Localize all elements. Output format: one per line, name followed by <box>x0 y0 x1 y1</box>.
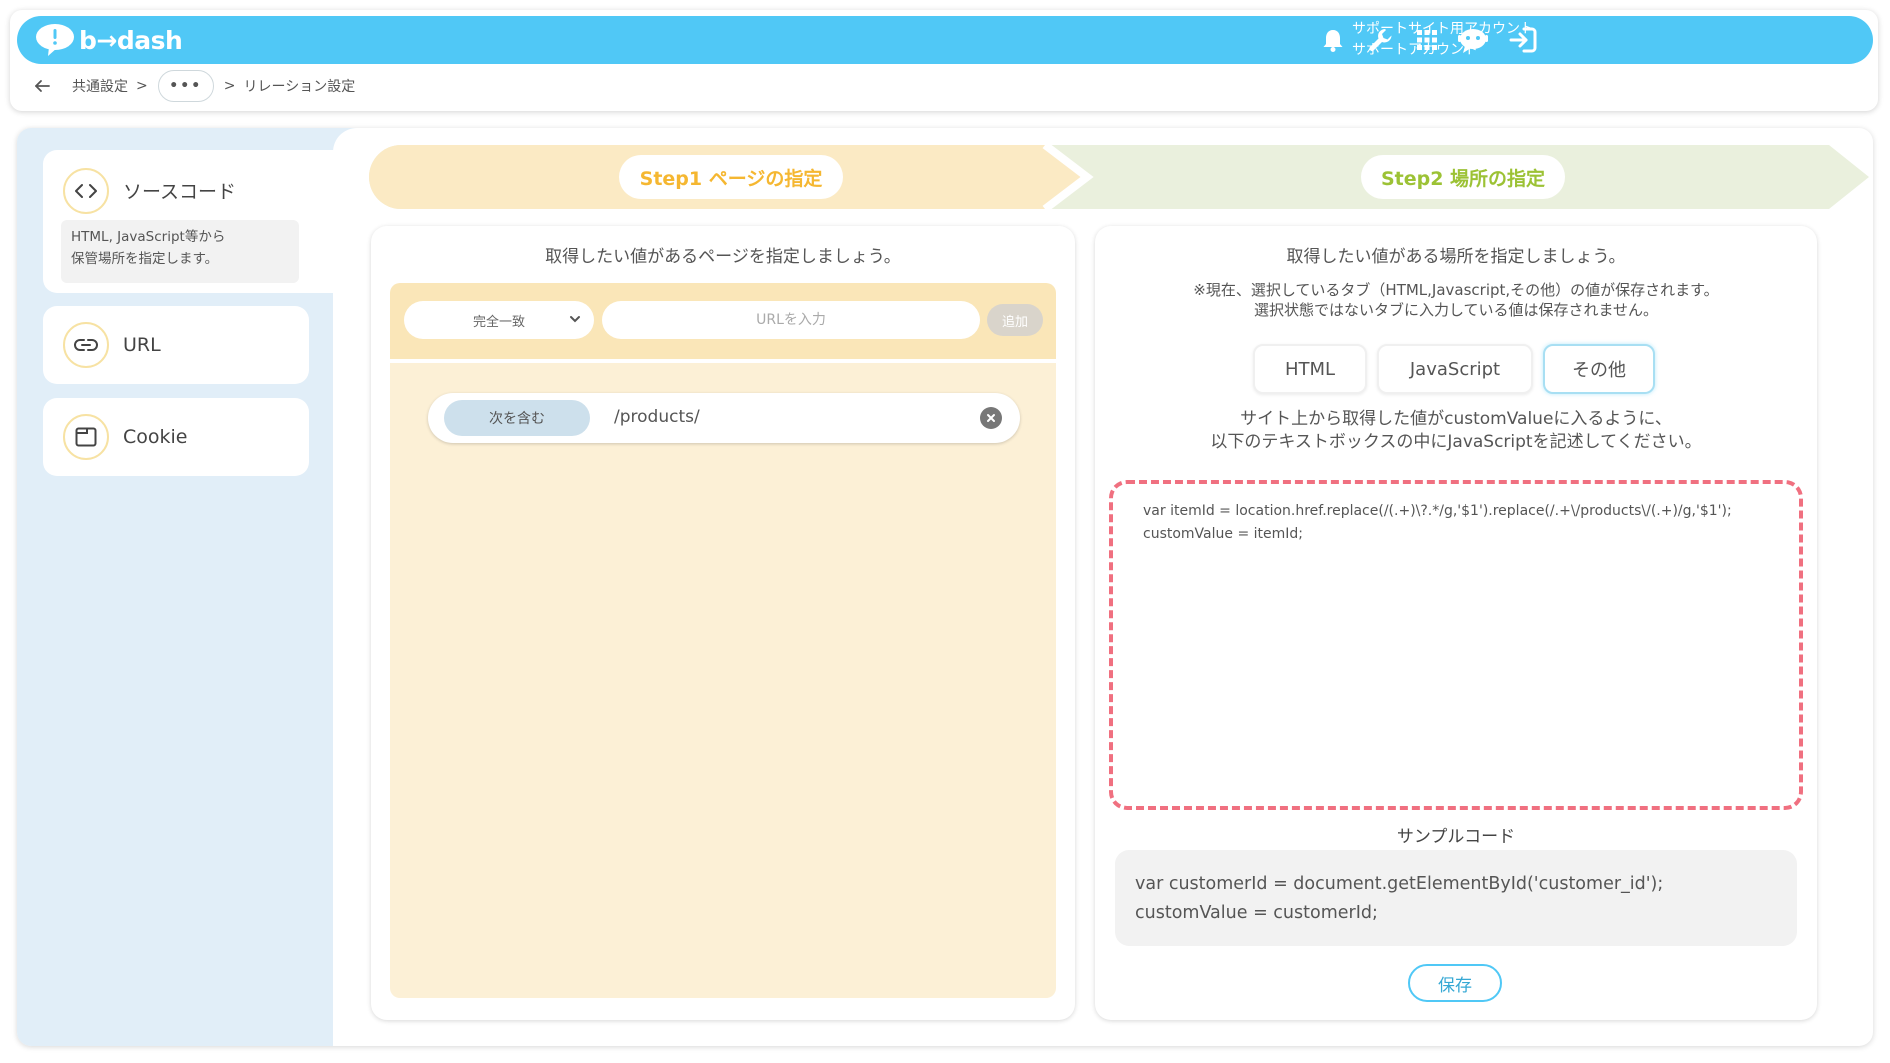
breadcrumb-current: リレーション設定 <box>243 79 356 95</box>
sidebar-item-description: HTML, JavaScript等から 保管場所を指定します。 <box>61 220 299 283</box>
code-icon <box>63 168 109 214</box>
url-add-bar: 完全一致 追加 <box>390 283 1056 359</box>
url-condition-match[interactable]: 次を含む <box>444 400 590 436</box>
window-icon <box>63 414 109 460</box>
top-bar: b→dash サポートサイト用アカウント サポートアカウント <box>17 16 1873 64</box>
chatbot-icon[interactable] <box>1457 24 1489 56</box>
url-condition-row: 次を含む /products/ <box>428 393 1020 443</box>
sidebar-item-label: ソースコード <box>123 181 237 203</box>
breadcrumb-more-button[interactable]: ••• <box>157 70 214 102</box>
notice-line-2: 選択状態ではないタブに入力している値は保存されません。 <box>1253 301 1659 319</box>
back-arrow-icon[interactable] <box>30 74 54 98</box>
sidebar-item-source-code[interactable]: ソースコード HTML, JavaScript等から 保管場所を指定します。 <box>43 150 357 293</box>
sidebar-item-label: URL <box>123 334 161 356</box>
logo[interactable]: b→dash <box>35 22 183 58</box>
bell-icon[interactable] <box>1317 24 1349 56</box>
chevron-down-icon <box>570 316 580 323</box>
sidebar-notch <box>333 128 357 152</box>
sidebar-item-url[interactable]: URL <box>43 306 309 384</box>
breadcrumb-separator: > <box>136 78 148 94</box>
url-input[interactable] <box>602 301 980 339</box>
custom-code-textarea[interactable]: var itemId = location.href.replace(/(.+)… <box>1109 480 1803 810</box>
step1-label: Step1 ページの指定 <box>619 155 843 199</box>
logo-bubble-icon <box>35 23 75 57</box>
save-button[interactable]: 保存 <box>1408 964 1502 1002</box>
tab-html[interactable]: HTML <box>1253 344 1367 394</box>
breadcrumb: 共通設定 > ••• > リレーション設定 <box>30 68 355 104</box>
sidebar-description-text: HTML, JavaScript等から 保管場所を指定します。 <box>71 229 226 267</box>
close-icon <box>987 414 995 422</box>
sidebar-item-cookie[interactable]: Cookie <box>43 398 309 476</box>
location-panel: 取得したい値がある場所を指定しましょう。 ※現在、選択しているタブ（HTML,J… <box>1095 226 1817 1020</box>
instruction-line-2: 以下のテキストボックスの中にJavaScriptを記述してください。 <box>1210 432 1702 452</box>
page-panel-title: 取得したい値があるページを指定しましょう。 <box>545 247 901 267</box>
logout-icon[interactable] <box>1507 24 1539 56</box>
wrench-icon[interactable] <box>1365 24 1397 56</box>
step2-label: Step2 場所の指定 <box>1361 155 1565 199</box>
match-type-select[interactable]: 完全一致 <box>404 301 594 339</box>
location-panel-title: 取得したい値がある場所を指定しましょう。 <box>1286 247 1626 267</box>
link-icon <box>63 322 109 368</box>
logo-text: b→dash <box>79 25 183 55</box>
notice-line-1: ※現在、選択しているタブ（HTML,Javascript,その他）の値が保存され… <box>1193 281 1719 299</box>
sample-code-box: var customerId = document.getElementById… <box>1115 850 1797 946</box>
url-condition-value[interactable]: /products/ <box>614 407 700 427</box>
main-card: ソースコード HTML, JavaScript等から 保管場所を指定します。 U… <box>17 128 1873 1046</box>
step-indicator: Step1 ページの指定 Step2 場所の指定 <box>369 145 1869 209</box>
grid-icon[interactable] <box>1411 24 1443 56</box>
step-arrows <box>369 145 1869 209</box>
match-type-value: 完全一致 <box>472 314 525 330</box>
tab-other[interactable]: その他 <box>1543 344 1655 394</box>
url-list: 次を含む /products/ <box>390 363 1056 998</box>
sample-code-title: サンプルコード <box>1396 827 1516 847</box>
remove-url-button[interactable] <box>980 407 1002 429</box>
breadcrumb-common-settings[interactable]: 共通設定 <box>72 76 128 96</box>
instruction-line-1: サイト上から取得した値がcustomValueに入るように、 <box>1240 409 1672 429</box>
add-button[interactable]: 追加 <box>987 304 1043 336</box>
breadcrumb-separator: > <box>223 78 236 94</box>
sidebar-item-label: Cookie <box>123 426 188 448</box>
tab-javascript[interactable]: JavaScript <box>1377 344 1533 394</box>
page-panel: 取得したい値があるページを指定しましょう。 完全一致 追加 次を含む /prod… <box>371 226 1075 1020</box>
